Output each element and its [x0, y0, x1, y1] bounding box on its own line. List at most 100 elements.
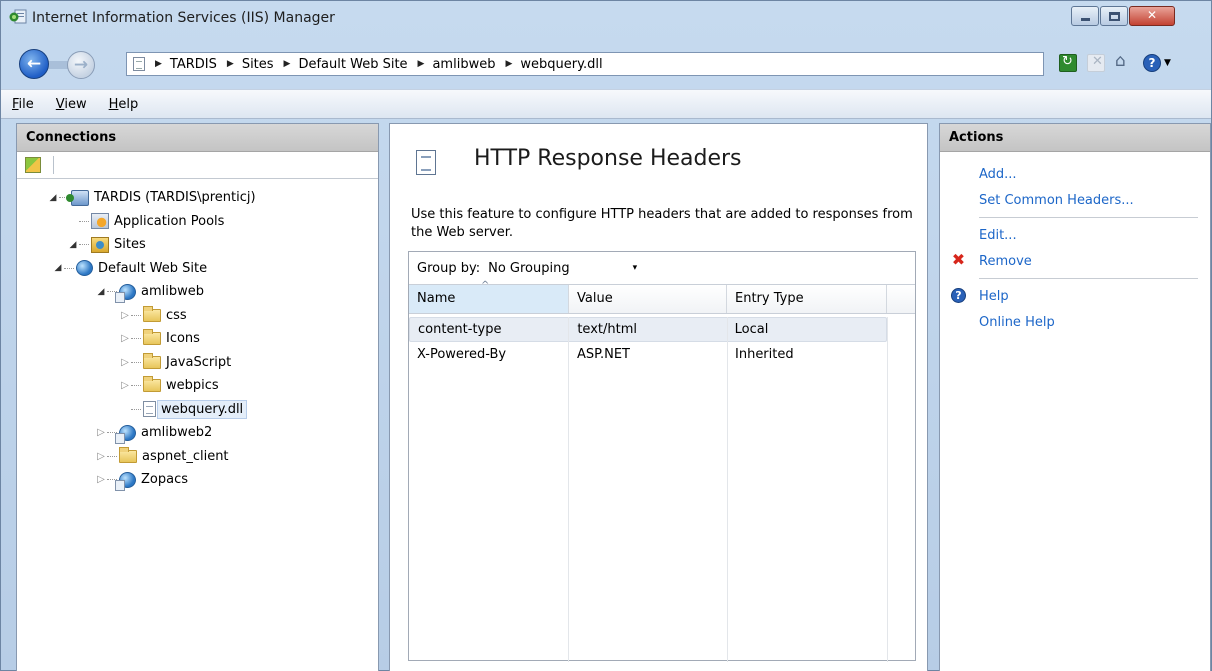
tree-item-label[interactable]: Icons: [166, 331, 200, 346]
expanded-triangle-icon[interactable]: ◢: [47, 193, 59, 203]
breadcrumb-label[interactable]: Default Web Site: [298, 57, 407, 72]
tree-item[interactable]: ▷ amlibweb2: [17, 421, 378, 445]
tree-item[interactable]: ◢ amlibweb: [17, 280, 378, 304]
breadcrumb-item[interactable]: ▶ Sites: [227, 57, 284, 72]
menu-view[interactable]: View: [56, 97, 87, 112]
menu-file-rest: ile: [18, 96, 34, 112]
tree-item[interactable]: ◢ Sites: [17, 233, 378, 257]
stop-icon[interactable]: ✕: [1087, 54, 1105, 72]
home-icon[interactable]: ⌂: [1115, 51, 1133, 72]
application-icon: [115, 471, 136, 491]
address-bar[interactable]: ▶ TARDIS ▶ Sites ▶ Default Web Site ▶ amlibw…: [126, 52, 1044, 76]
action-add-label[interactable]: Add...: [979, 167, 1017, 182]
group-by-select[interactable]: No Grouping ▾: [488, 261, 640, 276]
breadcrumb-label[interactable]: Sites: [242, 57, 274, 72]
collapsed-triangle-icon[interactable]: ▷: [119, 357, 131, 368]
breadcrumb-label[interactable]: amlibweb: [432, 57, 495, 72]
table-row[interactable]: content-type text/html Local: [409, 317, 887, 342]
breadcrumb-label[interactable]: TARDIS: [170, 57, 217, 72]
forward-button[interactable]: →: [67, 51, 95, 79]
tree-item-label[interactable]: amlibweb2: [141, 425, 212, 440]
help-icon[interactable]: ?: [1143, 54, 1161, 72]
breadcrumb-separator-icon[interactable]: ▶: [284, 59, 291, 69]
action-online-help-label[interactable]: Online Help: [979, 315, 1055, 330]
table-row[interactable]: X-Powered-By ASP.NET Inherited: [409, 342, 915, 367]
tree-item[interactable]: ▷ JavaScript: [17, 351, 378, 375]
column-header-entry-type[interactable]: Entry Type: [727, 285, 887, 313]
window-controls: ✕: [1070, 6, 1175, 26]
close-button[interactable]: ✕: [1129, 6, 1175, 26]
tree-item-label[interactable]: Zopacs: [141, 472, 188, 487]
tree-item-label[interactable]: webpics: [166, 378, 219, 393]
tree-item-label[interactable]: amlibweb: [141, 284, 204, 299]
breadcrumb-label[interactable]: webquery.dll: [520, 57, 602, 72]
tree-item-label[interactable]: webquery.dll: [157, 399, 248, 419]
action-remove[interactable]: ✖ Remove: [940, 248, 1210, 274]
close-icon: ✕: [1146, 8, 1158, 22]
tree-item[interactable]: ▷ Zopacs: [17, 468, 378, 492]
maximize-button[interactable]: [1100, 6, 1128, 26]
expanded-triangle-icon[interactable]: ◢: [67, 240, 79, 250]
expanded-triangle-icon[interactable]: ◢: [95, 287, 107, 297]
menu-help-accelerator: H: [108, 96, 119, 112]
action-remove-label[interactable]: Remove: [979, 254, 1032, 269]
action-edit[interactable]: Edit...: [940, 222, 1210, 248]
collapsed-triangle-icon[interactable]: ▷: [95, 451, 107, 462]
column-header-name[interactable]: Name: [409, 280, 569, 313]
tree-item[interactable]: ◢ TARDIS (TARDIS\prenticj): [17, 186, 378, 210]
breadcrumb-item[interactable]: ▶ amlibweb: [418, 57, 506, 72]
tree-item[interactable]: ◢ Default Web Site: [17, 257, 378, 281]
actions-divider: [979, 278, 1198, 279]
tree-item-label[interactable]: aspnet_client: [142, 449, 229, 464]
breadcrumb-item[interactable]: ▶ webquery.dll: [505, 57, 612, 72]
column-header-value[interactable]: Value: [569, 285, 727, 313]
application-pool-icon: [91, 213, 109, 230]
tree-item-label[interactable]: Default Web Site: [98, 261, 207, 276]
cell-entry-type: Inherited: [735, 347, 794, 362]
tree-item-label[interactable]: Application Pools: [114, 214, 224, 229]
action-set-common-headers[interactable]: Set Common Headers...: [940, 187, 1210, 213]
iis-app-icon: [9, 9, 27, 25]
breadcrumb-item[interactable]: ▶ Default Web Site: [284, 57, 418, 72]
collapsed-triangle-icon[interactable]: ▷: [119, 310, 131, 321]
tree-item[interactable]: Application Pools: [17, 210, 378, 234]
breadcrumb-separator-icon[interactable]: ▶: [155, 59, 162, 69]
menu-help[interactable]: Help: [109, 97, 139, 112]
sites-icon: [91, 236, 109, 253]
tree-item[interactable]: webquery.dll: [17, 398, 378, 422]
minimize-button[interactable]: [1071, 6, 1099, 26]
title-bar[interactable]: Internet Information Services (IIS) Mana…: [1, 1, 1211, 37]
breadcrumb-separator-icon[interactable]: ▶: [227, 59, 234, 69]
expanded-triangle-icon[interactable]: ◢: [52, 263, 64, 273]
column-divider: [727, 317, 728, 662]
breadcrumb-item[interactable]: ▶ TARDIS: [155, 57, 227, 72]
collapsed-triangle-icon[interactable]: ▷: [95, 474, 107, 485]
help-dropdown-chevron-icon[interactable]: ▼: [1164, 58, 1171, 68]
action-edit-label[interactable]: Edit...: [979, 228, 1017, 243]
folder-icon: [143, 329, 161, 346]
action-help-label[interactable]: Help: [979, 289, 1009, 304]
back-button[interactable]: ←: [19, 49, 49, 79]
tree-item[interactable]: ▷ webpics: [17, 374, 378, 398]
tree-item[interactable]: ▷ Icons: [17, 327, 378, 351]
action-set-common-headers-label[interactable]: Set Common Headers...: [979, 193, 1134, 208]
action-help[interactable]: ? Help: [940, 283, 1210, 309]
refresh-icon[interactable]: ↻: [1059, 54, 1077, 72]
tree-item-label[interactable]: Sites: [114, 237, 146, 252]
create-connection-icon[interactable]: [25, 157, 41, 173]
tree-item[interactable]: ▷ aspnet_client: [17, 445, 378, 469]
collapsed-triangle-icon[interactable]: ▷: [95, 427, 107, 438]
action-add[interactable]: Add...: [940, 161, 1210, 187]
menu-file[interactable]: File: [12, 97, 34, 112]
breadcrumb-separator-icon[interactable]: ▶: [418, 59, 425, 69]
tree-item-label[interactable]: JavaScript: [166, 355, 231, 370]
breadcrumb-separator-icon[interactable]: ▶: [505, 59, 512, 69]
action-online-help[interactable]: Online Help: [940, 309, 1210, 335]
tree-item[interactable]: ▷ css: [17, 304, 378, 328]
tree-connector: [107, 455, 117, 457]
tree-item-label[interactable]: TARDIS (TARDIS\prenticj): [94, 190, 256, 205]
column-divider: [568, 317, 569, 662]
tree-item-label[interactable]: css: [166, 308, 187, 323]
collapsed-triangle-icon[interactable]: ▷: [119, 333, 131, 344]
collapsed-triangle-icon[interactable]: ▷: [119, 380, 131, 391]
